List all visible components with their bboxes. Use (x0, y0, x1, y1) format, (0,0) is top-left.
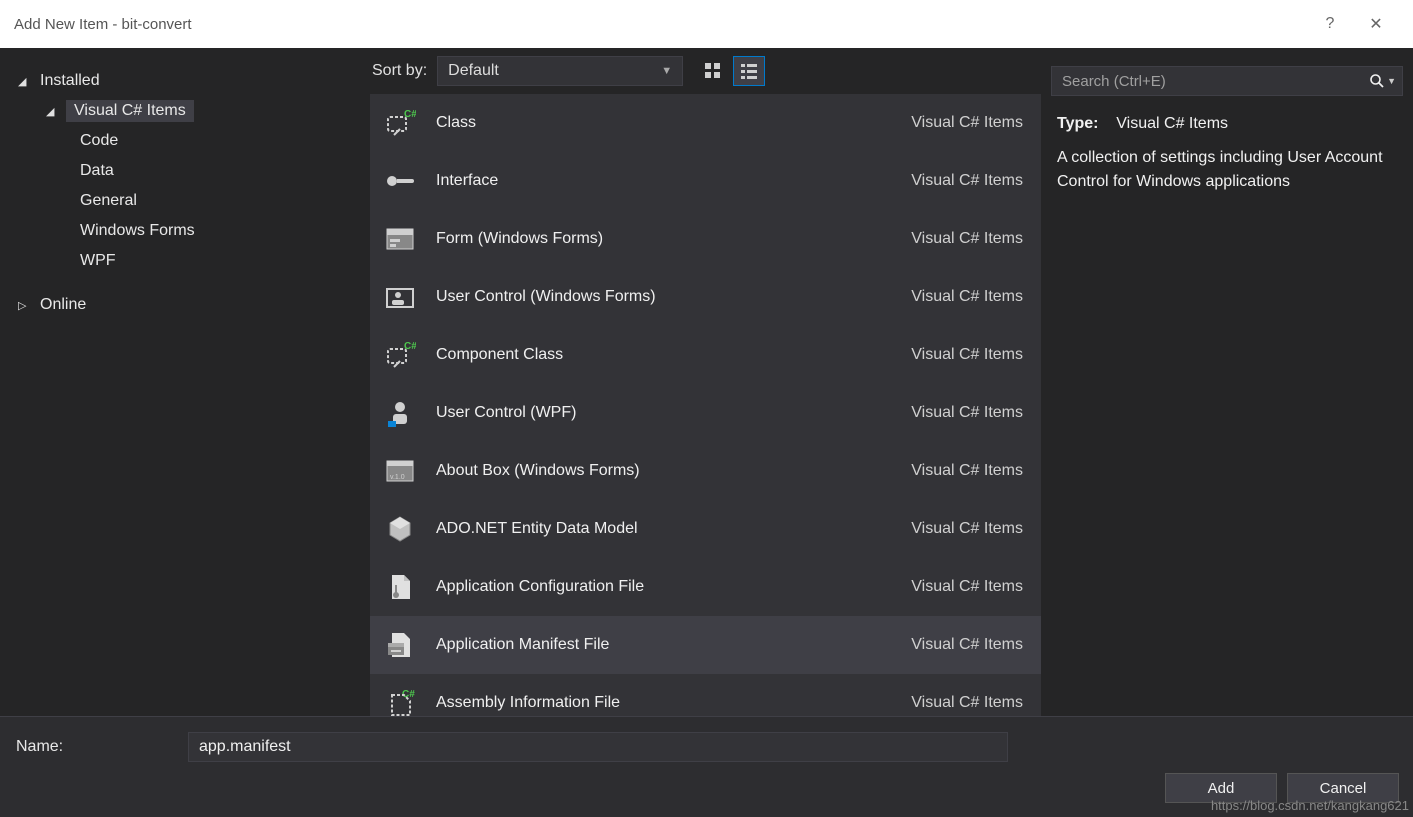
template-item-label: User Control (WPF) (436, 404, 895, 422)
details-type-value: Visual C# Items (1116, 115, 1228, 132)
template-item[interactable]: Application Manifest File Visual C# Items (370, 616, 1041, 674)
template-item-label: Application Configuration File (436, 578, 895, 596)
tree-item-label: Online (38, 294, 88, 316)
tree-windows-forms[interactable]: Windows Forms (4, 216, 366, 246)
template-item-category: Visual C# Items (911, 346, 1023, 364)
tree-item-label: Code (78, 130, 120, 152)
tree-wpf[interactable]: WPF (4, 246, 366, 276)
sort-by-label: Sort by: (372, 62, 427, 80)
form-icon (380, 219, 420, 259)
component-icon: C# (380, 335, 420, 375)
tree-item-label: Visual C# Items (66, 100, 194, 122)
ado-icon (380, 509, 420, 549)
template-item-category: Visual C# Items (911, 404, 1023, 422)
template-item[interactable]: Application Configuration File Visual C# … (370, 558, 1041, 616)
template-item-category: Visual C# Items (911, 230, 1023, 248)
tree-data[interactable]: Data (4, 156, 366, 186)
tree-item-label: WPF (78, 250, 118, 272)
template-item[interactable]: User Control (WPF) Visual C# Items (370, 384, 1041, 442)
help-button[interactable]: ? (1307, 0, 1353, 48)
list-icon (740, 62, 758, 80)
template-item[interactable]: Form (Windows Forms) Visual C# Items (370, 210, 1041, 268)
template-item-label: ADO.NET Entity Data Model (436, 520, 895, 538)
template-item[interactable]: Interface Visual C# Items (370, 152, 1041, 210)
template-item-category: Visual C# Items (911, 694, 1023, 712)
svg-text:v.1.0: v.1.0 (390, 474, 405, 481)
tree-online[interactable]: ▷ Online (4, 290, 366, 320)
chevron-down-icon: ▼ (661, 65, 672, 77)
template-item-label: Class (436, 114, 895, 132)
template-item-category: Visual C# Items (911, 114, 1023, 132)
tree-visual-csharp-items[interactable]: ◢ Visual C# Items (4, 96, 366, 126)
template-item-category: Visual C# Items (911, 172, 1023, 190)
about-icon: v.1.0 (380, 451, 420, 491)
template-item-category: Visual C# Items (911, 288, 1023, 306)
view-large-icons-button[interactable] (697, 56, 729, 86)
expand-down-icon: ◢ (46, 105, 60, 118)
dialog-body: ◢ Installed ◢ Visual C# Items Code Data … (0, 48, 1413, 716)
template-item[interactable]: ADO.NET Entity Data Model Visual C# Items (370, 500, 1041, 558)
grid-icon (704, 62, 722, 80)
template-item-label: Assembly Information File (436, 694, 895, 712)
chevron-down-icon: ▼ (1387, 76, 1396, 86)
template-item[interactable]: User Control (Windows Forms) Visual C# It… (370, 268, 1041, 326)
template-item-category: Visual C# Items (911, 636, 1023, 654)
template-main: Sort by: Default ▼ (370, 48, 1041, 716)
svg-text:C#: C# (404, 341, 416, 352)
template-item-category: Visual C# Items (911, 520, 1023, 538)
template-item[interactable]: C# Component Class Visual C# Items (370, 326, 1041, 384)
dialog-footer: Name: Add Cancel https://blog.csdn.net/k… (0, 716, 1413, 817)
class-icon: C# (380, 103, 420, 143)
tree-item-label: Installed (38, 70, 102, 92)
template-item-category: Visual C# Items (911, 578, 1023, 596)
template-toolbar: Sort by: Default ▼ (370, 48, 1041, 94)
template-item-label: Component Class (436, 346, 895, 364)
search-icon[interactable]: ▼ (1369, 73, 1396, 89)
template-item[interactable]: v.1.0 About Box (Windows Forms) Visual C# … (370, 442, 1041, 500)
sort-by-combo[interactable]: Default ▼ (437, 56, 683, 86)
add-button[interactable]: Add (1165, 773, 1277, 803)
name-input[interactable] (188, 732, 1008, 762)
config-icon (380, 567, 420, 607)
details-description: A collection of settings including User … (1057, 146, 1397, 194)
tree-code[interactable]: Code (4, 126, 366, 156)
template-item-category: Visual C# Items (911, 462, 1023, 480)
tree-item-label: Data (78, 160, 116, 182)
wpfuc-icon (380, 393, 420, 433)
search-input[interactable] (1062, 73, 1369, 90)
template-item-label: Form (Windows Forms) (436, 230, 895, 248)
tree-item-label: Windows Forms (78, 220, 197, 242)
template-item-label: About Box (Windows Forms) (436, 462, 895, 480)
details-pane: ▼ Type: Visual C# Items A collection of … (1041, 48, 1413, 716)
details-type-label: Type: (1057, 115, 1098, 132)
interface-icon (380, 161, 420, 201)
cancel-button[interactable]: Cancel (1287, 773, 1399, 803)
template-list[interactable]: C# Class Visual C# Items Interface Visual C#… (370, 94, 1041, 716)
close-button[interactable]: ✕ (1353, 0, 1399, 48)
manifest-icon (380, 625, 420, 665)
template-item-label: Interface (436, 172, 895, 190)
search-box[interactable]: ▼ (1051, 66, 1403, 96)
name-label: Name: (14, 738, 174, 756)
usercontrol-icon (380, 277, 420, 317)
asm-icon: C# (380, 683, 420, 716)
tree-installed[interactable]: ◢ Installed (4, 66, 366, 96)
template-item-label: Application Manifest File (436, 636, 895, 654)
category-tree: ◢ Installed ◢ Visual C# Items Code Data … (0, 48, 370, 716)
expand-right-icon: ▷ (18, 299, 32, 312)
template-item[interactable]: C# Assembly Information File Visual C# Ite… (370, 674, 1041, 716)
title-bar: Add New Item - bit-convert ? ✕ (0, 0, 1413, 48)
sort-by-value: Default (448, 62, 499, 80)
template-item[interactable]: C# Class Visual C# Items (370, 94, 1041, 152)
expand-down-icon: ◢ (18, 75, 32, 88)
tree-item-label: General (78, 190, 139, 212)
view-details-button[interactable] (733, 56, 765, 86)
window-title: Add New Item - bit-convert (14, 16, 1307, 33)
template-item-label: User Control (Windows Forms) (436, 288, 895, 306)
tree-general[interactable]: General (4, 186, 366, 216)
